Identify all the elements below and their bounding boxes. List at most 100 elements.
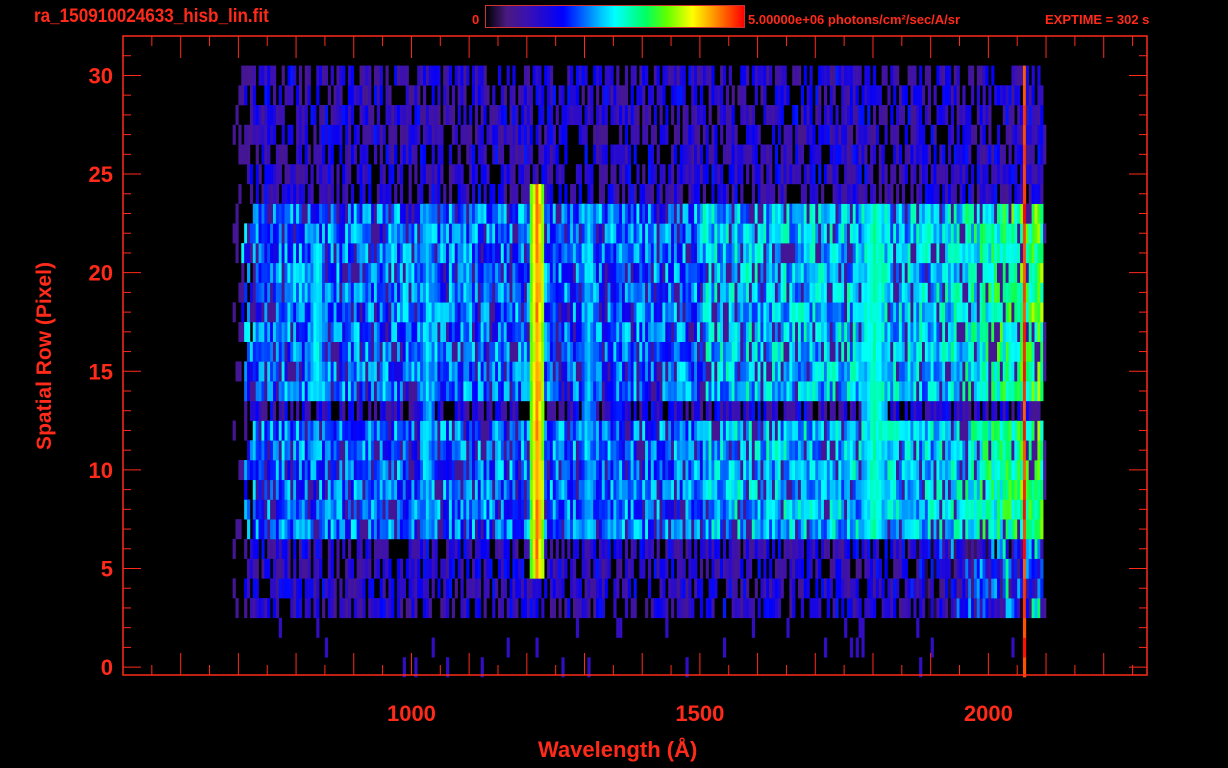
heatmap-cell: [454, 440, 458, 461]
heatmap-cell: [362, 558, 366, 579]
heatmap-cell: [898, 321, 903, 342]
heatmap-cell: [598, 341, 603, 362]
heatmap-cell: [497, 341, 502, 362]
heatmap-cell: [472, 381, 476, 402]
heatmap-cell: [316, 460, 320, 481]
heatmap-cell: [1011, 479, 1015, 500]
heatmap-cell: [497, 321, 502, 342]
heatmap-cell: [1028, 243, 1032, 264]
heatmap-cell: [388, 302, 392, 323]
heatmap-cell: [538, 440, 542, 461]
heatmap-cell: [402, 519, 406, 540]
heatmap-cell: [544, 499, 548, 520]
heatmap-cell: [930, 598, 934, 619]
heatmap-cell: [740, 519, 744, 540]
heatmap-cell: [682, 381, 686, 402]
heatmap-cell: [717, 302, 721, 323]
heatmap-cell: [437, 341, 441, 362]
heatmap-cell: [985, 243, 989, 264]
heatmap-cell: [310, 341, 314, 362]
heatmap-cell: [509, 519, 513, 540]
heatmap-cell: [382, 381, 386, 402]
heatmap-cell: [1017, 519, 1021, 540]
heatmap-cell: [495, 361, 499, 382]
heatmap-cell: [688, 440, 692, 461]
heatmap-cell: [959, 460, 963, 481]
heatmap-cell: [870, 598, 874, 619]
heatmap-cell: [821, 302, 825, 323]
heatmap-cell: [526, 499, 531, 520]
heatmap-cell: [861, 617, 865, 638]
heatmap-cell: [1037, 381, 1041, 402]
heatmap-cell: [339, 243, 343, 264]
heatmap-cell: [327, 400, 331, 421]
heatmap-cell: [255, 460, 259, 481]
heatmap-cell: [650, 341, 655, 362]
heatmap-cell: [870, 519, 874, 540]
heatmap-cell: [916, 420, 920, 441]
heatmap-cell: [809, 243, 813, 264]
heatmap-cell: [477, 479, 481, 500]
heatmap-cell: [1022, 420, 1027, 441]
heatmap-cell: [316, 420, 320, 441]
heatmap-cell: [676, 598, 681, 619]
heatmap-cell: [962, 341, 966, 362]
heatmap-cell: [922, 519, 926, 540]
heatmap-cell: [521, 578, 525, 599]
heatmap-cell: [896, 341, 900, 362]
heatmap-cell: [812, 420, 816, 441]
heatmap-cell: [466, 302, 470, 323]
heatmap-cell: [922, 262, 926, 283]
heatmap-cell: [287, 223, 291, 244]
heatmap-cell: [267, 598, 271, 619]
heatmap-cell: [959, 538, 963, 559]
heatmap-cell: [800, 519, 805, 540]
heatmap-cell: [737, 302, 741, 323]
heatmap-cell: [1028, 538, 1032, 559]
heatmap-cell: [979, 243, 983, 264]
heatmap-cell: [809, 440, 813, 461]
heatmap-cell: [371, 262, 375, 283]
heatmap-cell: [275, 499, 280, 520]
heatmap-cell: [535, 440, 539, 461]
heatmap-cell: [1020, 479, 1024, 500]
heatmap-cell: [1005, 361, 1009, 382]
heatmap-cell: [982, 302, 986, 323]
heatmap-cell: [469, 302, 473, 323]
heatmap-cell: [976, 598, 980, 619]
heatmap-cell: [806, 400, 810, 421]
heatmap-cell: [916, 243, 920, 264]
heatmap-cell: [659, 519, 663, 540]
heatmap-cell: [313, 440, 317, 461]
heatmap-cell: [613, 440, 617, 461]
heatmap-cell: [777, 519, 781, 540]
heatmap-cell: [815, 381, 819, 402]
heatmap-cell: [815, 321, 819, 342]
heatmap-cell: [627, 440, 631, 461]
heatmap-cell: [959, 558, 963, 579]
heatmap-cell: [1022, 578, 1027, 599]
heatmap-cell: [604, 538, 608, 559]
heatmap-cell: [448, 519, 453, 540]
heatmap-cell: [930, 243, 934, 264]
heatmap-cell: [818, 558, 822, 579]
heatmap-cell: [968, 302, 972, 323]
heatmap-cell: [324, 243, 329, 264]
heatmap-cell: [870, 243, 874, 264]
heatmap-cell: [720, 282, 724, 303]
heatmap-cell: [699, 538, 704, 559]
heatmap-cell: [760, 341, 764, 362]
heatmap-cell: [578, 262, 582, 283]
heatmap-cell: [356, 460, 360, 481]
heatmap-cell: [549, 578, 554, 599]
heatmap-cell: [1034, 499, 1038, 520]
heatmap-cell: [1008, 420, 1012, 441]
heatmap-cell: [910, 440, 914, 461]
heatmap-cell: [757, 282, 761, 303]
heatmap-cell: [379, 598, 383, 619]
heatmap-cell: [521, 440, 525, 461]
heatmap-cell: [870, 558, 874, 579]
heatmap-cell: [417, 341, 421, 362]
heatmap-cell: [613, 381, 617, 402]
heatmap-cell: [662, 460, 666, 481]
